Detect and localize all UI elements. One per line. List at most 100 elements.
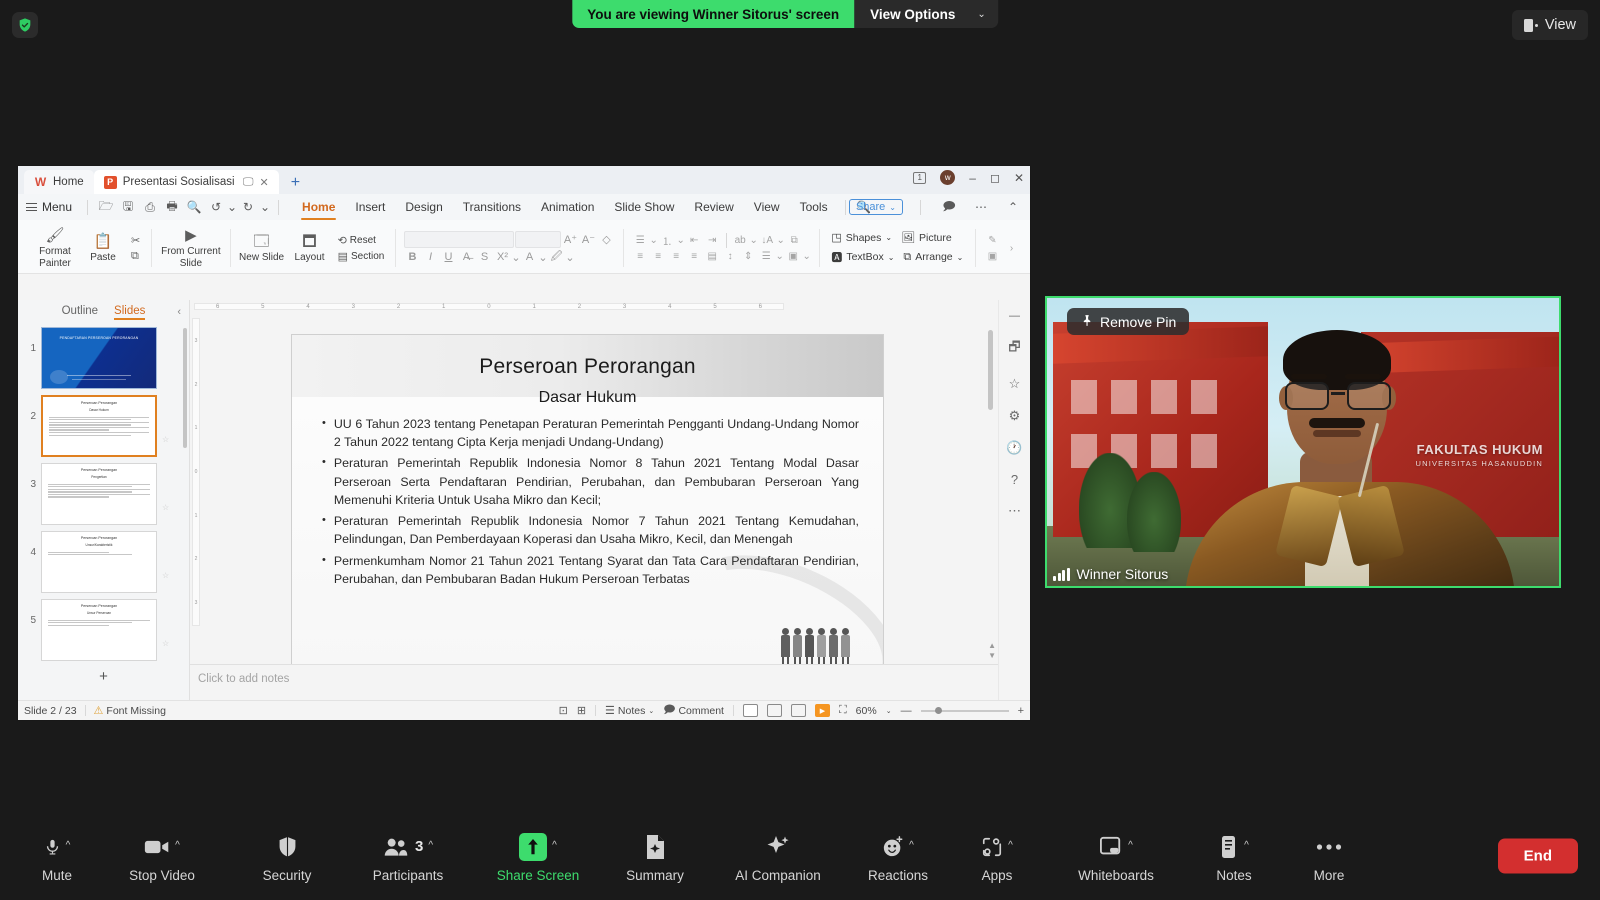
zoom-in-button[interactable]: + [1018, 705, 1024, 717]
mute-button[interactable]: ^ Mute [22, 830, 92, 883]
participants-chevron-icon[interactable]: ^ [428, 840, 433, 851]
font-color-icon[interactable]: A [521, 249, 538, 265]
sort-icon[interactable]: ↓A [759, 233, 776, 248]
reactions-chevron-icon[interactable]: ^ [909, 840, 914, 851]
thumbnail-row[interactable]: 4 Perseroan Perorangan Unsur/Karakterist… [18, 528, 189, 596]
justify-icon[interactable]: ≡ [686, 249, 703, 264]
text-effects-icon[interactable]: A̶ [458, 249, 475, 265]
line-spacing-icon[interactable]: ↕ [722, 249, 739, 264]
collapse-ribbon-icon[interactable]: ⌃ [1002, 197, 1024, 217]
document-count-badge[interactable]: 1 [913, 171, 927, 184]
ribbon-tab-insert[interactable]: Insert [345, 197, 395, 217]
close-window-button[interactable]: ✕ [1014, 171, 1024, 185]
rail-collapse-icon[interactable]: — [1009, 310, 1020, 322]
editor-vertical-scrollbar[interactable] [988, 330, 993, 410]
reactions-button[interactable]: ^ Reactions [852, 830, 944, 883]
columns-icon[interactable]: ☰ [758, 249, 775, 264]
strikethrough-icon[interactable]: S [476, 249, 493, 265]
presenter-view-icon[interactable]: ⊞ [577, 704, 586, 717]
notes-toggle-button[interactable]: ☰ Notes ⌄ [605, 704, 654, 718]
text-direction-icon[interactable]: ab [732, 233, 749, 248]
whiteboards-chevron-icon[interactable]: ^ [1128, 840, 1133, 851]
align-text-dropdown-icon[interactable]: ⌄ [802, 249, 810, 264]
notes-pane[interactable]: Click to add notes [190, 664, 998, 700]
superscript-dropdown-icon[interactable]: ⌄ [511, 249, 520, 265]
zoom-slider-handle[interactable] [934, 706, 942, 714]
minimize-button[interactable]: – [969, 171, 976, 185]
zoom-slider[interactable] [920, 706, 1009, 714]
shield-check-icon[interactable] [12, 12, 38, 38]
section-button[interactable]: ▤ Section [335, 249, 388, 264]
summary-button[interactable]: Summary [612, 830, 698, 883]
notes-chevron-icon[interactable]: ^ [1244, 840, 1249, 851]
history-clock-icon[interactable]: 🕐 [1006, 440, 1022, 456]
settings-sliders-icon[interactable]: ⚙ [1009, 408, 1021, 424]
more-dots-icon[interactable]: ⋯ [970, 197, 992, 217]
ribbon-tab-view[interactable]: View [744, 197, 790, 217]
wps-tab-home[interactable]: W Home [24, 170, 94, 194]
font-missing-warning[interactable]: ⚠ Font Missing [94, 704, 166, 718]
ribbon-overflow-icon[interactable]: › [1003, 241, 1020, 256]
whiteboards-button[interactable]: ^ Whiteboards [1058, 830, 1174, 883]
decrease-indent-icon[interactable]: ⇤ [686, 233, 703, 248]
mute-options-chevron-icon[interactable]: ^ [66, 840, 71, 851]
numbered-list-icon[interactable]: ⒈ [659, 233, 676, 248]
ribbon-tab-transitions[interactable]: Transitions [453, 197, 531, 217]
security-button[interactable]: Security [250, 830, 324, 883]
ribbon-tab-design[interactable]: Design [395, 197, 452, 217]
scroll-arrow-buttons[interactable]: ▲ ▼ [988, 641, 996, 660]
participant-video-tile[interactable]: FAKULTAS HUKUM UNIVERSITAS HASANUDDIN Re… [1045, 296, 1561, 588]
ai-companion-button[interactable]: AI Companion [720, 830, 836, 883]
align-right-icon[interactable]: ≡ [668, 249, 685, 264]
font-name-input[interactable] [404, 231, 514, 248]
select-pane-icon[interactable]: ▣ [984, 249, 1001, 264]
more-dots-icon[interactable]: ⋯ [1008, 503, 1021, 519]
thumbnail-3[interactable]: Perseroan Perorangan Pengertian [41, 463, 157, 525]
save-icon[interactable]: 🖫 [117, 197, 139, 217]
ribbon-tab-tools[interactable]: Tools [790, 197, 838, 217]
textbox-button[interactable]: 🅰 TextBox ⌄ [827, 247, 898, 267]
ribbon-tab-slide-show[interactable]: Slide Show [604, 197, 684, 217]
zoom-out-button[interactable]: — [901, 705, 912, 717]
apps-chevron-icon[interactable]: ^ [1008, 840, 1013, 851]
open-folder-icon[interactable]: 🗁 [95, 197, 117, 217]
paragraph-spacing-icon[interactable]: ⇕ [740, 249, 757, 264]
ink-icon[interactable]: ✎ [984, 233, 1001, 248]
text-direction-dropdown-icon[interactable]: ⌄ [749, 233, 757, 248]
bullet-list-dropdown-icon[interactable]: ⌄ [649, 233, 657, 248]
ribbon-tab-review[interactable]: Review [684, 197, 743, 217]
numbered-list-dropdown-icon[interactable]: ⌄ [676, 233, 684, 248]
avatar[interactable]: w [940, 170, 956, 185]
reading-view-button[interactable] [790, 704, 806, 717]
distribute-icon[interactable]: ▤ [704, 249, 721, 264]
remove-pin-button[interactable]: Remove Pin [1067, 308, 1190, 335]
notes-button[interactable]: ^ Notes [1198, 830, 1270, 883]
maximize-button[interactable]: ◻ [990, 171, 1000, 185]
normal-view-button[interactable] [742, 704, 758, 717]
slide-canvas[interactable]: Perseroan Perorangan Dasar Hukum • UU 6 … [291, 334, 884, 664]
smartart-icon[interactable]: ⧉ [786, 233, 803, 248]
print-icon[interactable]: 🖶 [161, 197, 183, 217]
thumbnail-row[interactable]: 2 Perseroan Perorangan Dasar Hukum ☆ [18, 392, 189, 460]
bullet-list-icon[interactable]: ☰ [632, 233, 649, 248]
share-screen-chevron-icon[interactable]: ^ [552, 840, 557, 851]
slide-sorter-view-button[interactable] [766, 704, 782, 717]
share-button[interactable]: Share ⌄ [848, 199, 903, 215]
thumbnail-5[interactable]: Perseroan Perorangan Unsur Perseroan [41, 599, 157, 661]
layout-button[interactable]: 🗖 Layout [287, 233, 333, 264]
italic-icon[interactable]: I [422, 249, 439, 265]
zoom-level-label[interactable]: 60% [856, 705, 877, 717]
fit-slide-icon[interactable]: ⊡ [559, 704, 568, 717]
undo-dropdown-icon[interactable]: ⌄ [227, 197, 237, 217]
ribbon-tab-home[interactable]: Home [292, 197, 345, 220]
align-text-icon[interactable]: ▣ [785, 249, 802, 264]
thumbnail-1[interactable]: PENDAFTARAN PERSEROAN PERORANGAN [41, 327, 157, 389]
menu-button[interactable]: Menu [26, 200, 80, 214]
sort-dropdown-icon[interactable]: ⌄ [776, 233, 784, 248]
thumbnail-row[interactable]: 5 Perseroan Perorangan Unsur Perseroan ☆ [18, 596, 189, 664]
thumbnail-2[interactable]: Perseroan Perorangan Dasar Hukum [41, 395, 157, 457]
wps-tab-presentation[interactable]: P Presentasi Sosialisasi Perseroan 🖵 ✕ [93, 170, 279, 194]
view-options-button[interactable]: View Options ⌄ [854, 0, 998, 28]
stop-video-button[interactable]: ^ Stop Video [116, 830, 208, 883]
superscript-icon[interactable]: X² [494, 249, 511, 265]
